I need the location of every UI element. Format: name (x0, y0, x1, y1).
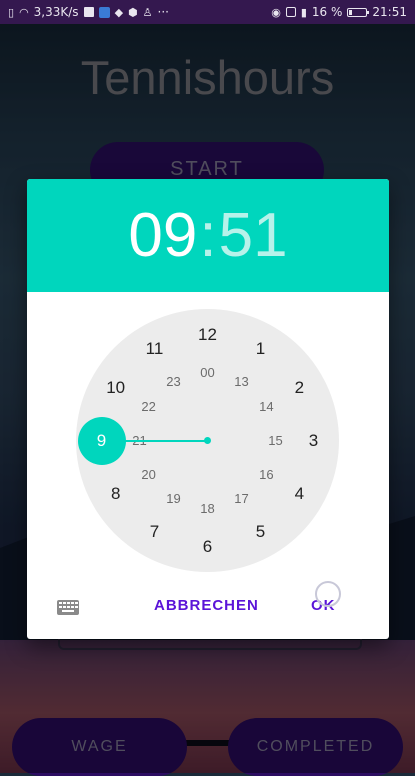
battery-icon (347, 7, 370, 17)
network-speed: 3,33K/s (33, 5, 79, 19)
ok-ripple (315, 581, 341, 607)
clock-number-9[interactable]: 9 (87, 429, 117, 453)
sim-card-icon: ▯ (8, 5, 15, 19)
status-left: ▯ ◠ 3,33K/s ◆ ⬢ ♙ ··· (8, 5, 169, 19)
eye-icon: ◉ (271, 5, 281, 19)
keyboard-icon[interactable] (57, 600, 79, 615)
person-icon: ♙ (142, 5, 153, 19)
keyboard-key (59, 602, 62, 604)
keyboard-key (67, 602, 70, 604)
time-separator: : (199, 201, 217, 270)
clock-number-3[interactable]: 3 (299, 429, 329, 453)
clock-number-4[interactable]: 4 (284, 482, 314, 506)
clock-hand (121, 439, 208, 442)
nfc-icon (285, 7, 296, 17)
notification-square-icon (83, 7, 94, 17)
clock-number-5[interactable]: 5 (246, 520, 276, 544)
time-picker-header: 09 : 51 (27, 179, 389, 292)
battery-percent: 16 % (311, 5, 343, 19)
battery-level (349, 9, 353, 15)
clock-number-19[interactable]: 19 (159, 487, 189, 511)
clock-number-13[interactable]: 13 (227, 370, 257, 394)
clock-number-15[interactable]: 15 (261, 429, 291, 453)
clock-number-10[interactable]: 10 (101, 376, 131, 400)
clock-number-6[interactable]: 6 (193, 535, 223, 559)
shield-app-icon (98, 6, 110, 18)
clock-number-16[interactable]: 16 (251, 463, 281, 487)
keyboard-key (71, 606, 74, 608)
clock-dial[interactable]: 121234567891011001314151617181920212223 (76, 309, 339, 572)
keyboard-key (67, 606, 70, 608)
keyboard-key (59, 606, 62, 608)
clock-number-23[interactable]: 23 (159, 370, 189, 394)
status-bar: ▯ ◠ 3,33K/s ◆ ⬢ ♙ ··· ◉ ▮ 16 % 21:51 (0, 0, 415, 24)
clock-center-dot (204, 437, 211, 444)
keyboard-key (63, 606, 66, 608)
clock-number-11[interactable]: 11 (140, 337, 170, 361)
clock-number-22[interactable]: 22 (134, 395, 164, 419)
keyboard-key (75, 606, 78, 608)
wifi-icon: ◠ (19, 5, 29, 19)
minute-display[interactable]: 51 (219, 200, 288, 271)
clock-number-00[interactable]: 00 (193, 361, 223, 385)
clock-number-14[interactable]: 14 (251, 395, 281, 419)
clock-number-12[interactable]: 12 (193, 323, 223, 347)
cancel-button[interactable]: ABBRECHEN (154, 597, 259, 614)
more-notifications-icon: ··· (157, 5, 169, 19)
keyboard-key (62, 610, 74, 612)
vibrate-icon: ▮ (300, 5, 307, 19)
clock-number-7[interactable]: 7 (140, 520, 170, 544)
clock-number-20[interactable]: 20 (134, 463, 164, 487)
hour-display[interactable]: 09 (128, 200, 197, 271)
clock-number-17[interactable]: 17 (227, 487, 257, 511)
keyboard-key (71, 602, 74, 604)
clock-time: 21:51 (372, 5, 407, 19)
clock-number-18[interactable]: 18 (193, 497, 223, 521)
clock-number-2[interactable]: 2 (284, 376, 314, 400)
clock-number-1[interactable]: 1 (246, 337, 276, 361)
keyboard-key (63, 602, 66, 604)
keyboard-key (75, 602, 78, 604)
gamepad-icon: ◆ (114, 5, 124, 19)
security-icon: ⬢ (128, 5, 138, 19)
clock-number-8[interactable]: 8 (101, 482, 131, 506)
time-picker-dialog: 09 : 51 12 1 2 3 4 5 6 7 8 9 10 11 00 13 14 15 16 17 18 19 2… (27, 179, 389, 639)
status-right: ◉ ▮ 16 % 21:51 (271, 5, 407, 19)
